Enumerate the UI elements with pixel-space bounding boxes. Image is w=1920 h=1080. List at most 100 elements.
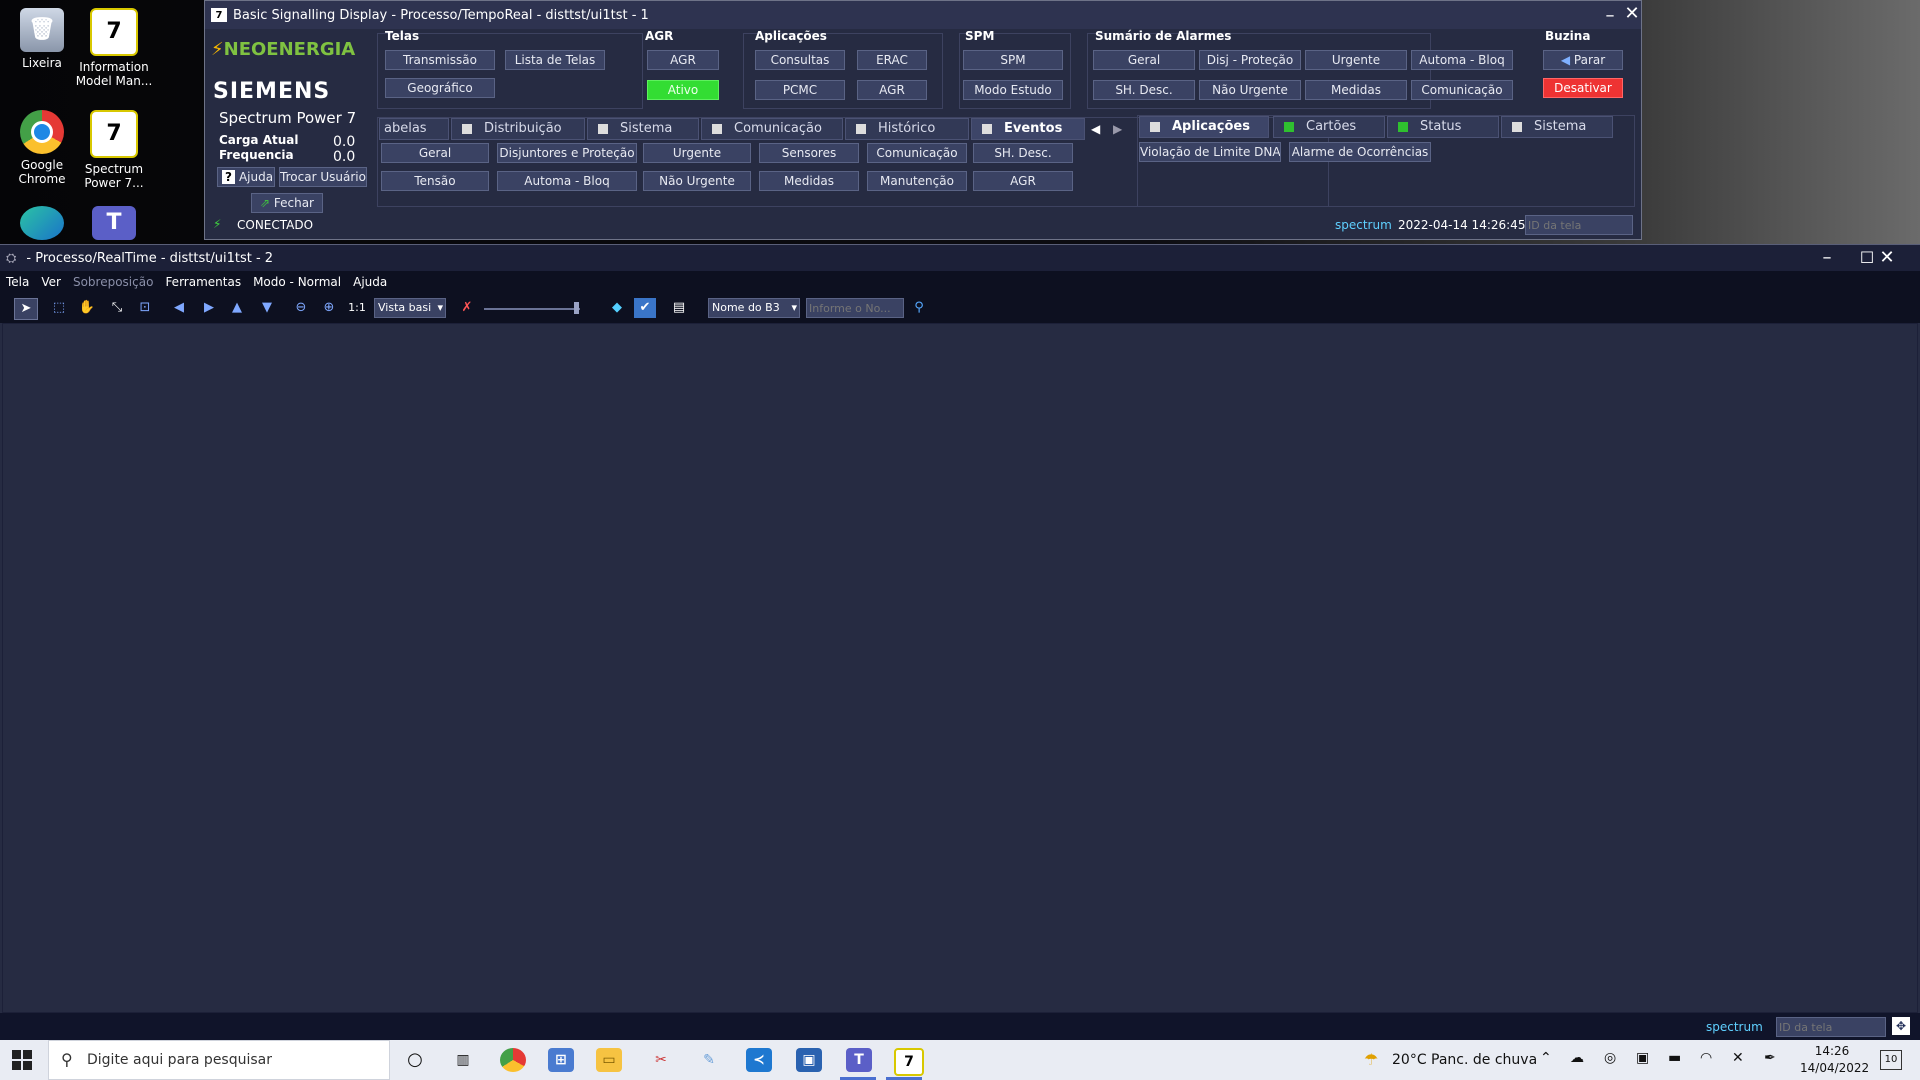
- weather-icon[interactable]: ☂: [1364, 1050, 1378, 1069]
- task-view-icon[interactable]: ▥: [450, 1048, 476, 1072]
- desativar-button[interactable]: Desativar: [1543, 78, 1623, 98]
- arrow-up-icon[interactable]: ▲: [226, 298, 248, 318]
- battery-icon[interactable]: ▬: [1668, 1050, 1681, 1066]
- tab-comunicacao[interactable]: Comunicação: [701, 118, 843, 140]
- desktop-icon-spectrum-power[interactable]: 7 Spectrum Power 7...: [72, 110, 156, 190]
- menu-ajuda[interactable]: Ajuda: [353, 275, 387, 289]
- trocar-usuario-button[interactable]: Trocar Usuário: [279, 167, 367, 187]
- snipping-tool-icon[interactable]: ✂: [648, 1048, 674, 1072]
- fit-icon[interactable]: ⤡: [106, 298, 128, 318]
- view-select[interactable]: Vista basi ▾: [374, 298, 446, 318]
- menu-sobreposicao[interactable]: Sobreposição: [73, 275, 153, 289]
- network-app-icon[interactable]: ⊞: [548, 1048, 574, 1072]
- tab-eventos[interactable]: Eventos: [971, 118, 1085, 140]
- arrow-down-icon[interactable]: ▼: [256, 298, 278, 318]
- evento-comunicacao-button[interactable]: Comunicação: [867, 143, 967, 163]
- maximize-icon[interactable]: ☐: [1856, 247, 1878, 269]
- telas-geografico-button[interactable]: Geográfico: [385, 78, 495, 98]
- evento-automa-bloq-button[interactable]: Automa - Bloq: [497, 171, 637, 191]
- desktop-icon-information-model[interactable]: 7 Information Model Man...: [72, 8, 156, 88]
- layers-icon[interactable]: ◆: [606, 298, 628, 318]
- vscode-icon[interactable]: ≺: [746, 1048, 772, 1072]
- navigate-icon[interactable]: ✥: [1892, 1017, 1910, 1035]
- alarme-comunicacao-button[interactable]: Comunicação: [1411, 80, 1513, 100]
- clock-date[interactable]: 14/04/2022: [1800, 1061, 1869, 1075]
- wifi-icon[interactable]: ◠: [1700, 1050, 1712, 1066]
- taskbar-search[interactable]: ⚲ Digite aqui para pesquisar: [48, 1040, 390, 1080]
- tab-scroll-left-icon[interactable]: ◀: [1091, 122, 1100, 136]
- camera-icon[interactable]: ◎: [1604, 1050, 1616, 1066]
- parar-button[interactable]: ◀ Parar: [1543, 50, 1623, 70]
- close-icon[interactable]: ✕: [1876, 247, 1898, 269]
- select-icon[interactable]: ➤: [14, 298, 38, 320]
- chrome-icon[interactable]: [500, 1048, 526, 1072]
- aplicacoes-agr-button[interactable]: AGR: [857, 80, 927, 100]
- menu-ver[interactable]: Ver: [41, 275, 61, 289]
- evento-disjuntores-button[interactable]: Disjuntores e Proteção: [497, 143, 637, 163]
- zoom-slider[interactable]: [484, 308, 580, 310]
- pen-icon[interactable]: ✒: [1764, 1050, 1776, 1066]
- telas-lista-button[interactable]: Lista de Telas: [505, 50, 605, 70]
- windows-start-icon[interactable]: [12, 1050, 32, 1070]
- evento-urgente-button[interactable]: Urgente: [643, 143, 751, 163]
- tab-aplicacoes[interactable]: Aplicações: [1139, 116, 1269, 138]
- violacao-limite-button[interactable]: Violação de Limite DNA: [1139, 142, 1281, 162]
- zoom-box-icon[interactable]: ⊡: [134, 298, 156, 318]
- name-select[interactable]: Nome do B3 ▾: [708, 298, 800, 318]
- minimize-icon[interactable]: –: [1599, 5, 1621, 27]
- tab-distribuicao[interactable]: Distribuição: [451, 118, 585, 140]
- tab-sistema-right[interactable]: Sistema: [1501, 116, 1613, 138]
- weather-text[interactable]: 20°C Panc. de chuva: [1392, 1052, 1537, 1068]
- speaker-muted-icon[interactable]: ✕: [1732, 1050, 1744, 1066]
- tab-historico[interactable]: Histórico: [845, 118, 969, 140]
- alarme-urgente-button[interactable]: Urgente: [1305, 50, 1407, 70]
- evento-sh-desc-button[interactable]: SH. Desc.: [973, 143, 1073, 163]
- clock-time[interactable]: 14:26: [1800, 1044, 1864, 1058]
- teams-icon[interactable]: T: [846, 1048, 872, 1072]
- remote-desktop-icon[interactable]: ▣: [796, 1048, 822, 1072]
- desktop-icon-teams[interactable]: T: [72, 206, 156, 244]
- lasso-icon[interactable]: ⬚: [48, 298, 70, 318]
- zoom-ratio-button[interactable]: 1:1: [346, 298, 368, 318]
- evento-geral-button[interactable]: Geral: [381, 143, 489, 163]
- onedrive-icon[interactable]: ☁: [1570, 1050, 1584, 1066]
- alarme-disj-protecao-button[interactable]: Disj - Proteção: [1199, 50, 1301, 70]
- ajuda-button[interactable]: ? Ajuda: [217, 167, 275, 187]
- tab-status[interactable]: Status: [1387, 116, 1499, 138]
- alarme-nao-urgente-button[interactable]: Não Urgente: [1199, 80, 1301, 100]
- menu-ferramentas[interactable]: Ferramentas: [165, 275, 241, 289]
- cortana-icon[interactable]: ○: [402, 1048, 428, 1072]
- alarme-geral-button[interactable]: Geral: [1093, 50, 1195, 70]
- tab-cartoes[interactable]: Cartões: [1273, 116, 1385, 138]
- zoom-out-icon[interactable]: ⊖: [290, 298, 312, 318]
- telas-transmissao-button[interactable]: Transmissão: [385, 50, 495, 70]
- zoom-in-icon[interactable]: ⊕: [318, 298, 340, 318]
- pan-hand-icon[interactable]: ✋: [76, 298, 98, 318]
- spm-button[interactable]: SPM: [963, 50, 1063, 70]
- notifications-icon[interactable]: 10: [1880, 1050, 1902, 1070]
- evento-nao-urgente-button[interactable]: Não Urgente: [643, 171, 751, 191]
- alarme-sh-desc-button[interactable]: SH. Desc.: [1093, 80, 1195, 100]
- app-7-icon[interactable]: 7: [894, 1048, 924, 1076]
- tab-sistema[interactable]: Sistema: [587, 118, 699, 140]
- pcmc-button[interactable]: PCMC: [755, 80, 845, 100]
- evento-sensores-button[interactable]: Sensores: [759, 143, 859, 163]
- minimize-icon[interactable]: –: [1816, 247, 1838, 269]
- realtime-id-tela-input[interactable]: [1776, 1017, 1886, 1037]
- search-input[interactable]: [806, 298, 904, 318]
- evento-agr-button[interactable]: AGR: [973, 171, 1073, 191]
- arrow-left-icon[interactable]: ◀: [168, 298, 190, 318]
- arrow-right-icon[interactable]: ▶: [198, 298, 220, 318]
- search-go-icon[interactable]: ⚲: [908, 298, 930, 318]
- toggle-view-icon[interactable]: ✔: [634, 298, 656, 318]
- menu-modo[interactable]: Modo - Normal: [253, 275, 341, 289]
- meet-now-icon[interactable]: ▣: [1636, 1050, 1649, 1066]
- declutter-icon[interactable]: ✗: [456, 298, 478, 318]
- paint-icon[interactable]: ✎: [696, 1048, 722, 1072]
- close-icon[interactable]: ✕: [1621, 3, 1643, 25]
- document-icon[interactable]: ▤: [668, 298, 690, 318]
- tab-tabelas[interactable]: abelas: [379, 118, 449, 140]
- evento-manutencao-button[interactable]: Manutenção: [867, 171, 967, 191]
- tab-scroll-right-icon[interactable]: ▶: [1113, 122, 1122, 136]
- alarme-medidas-button[interactable]: Medidas: [1305, 80, 1407, 100]
